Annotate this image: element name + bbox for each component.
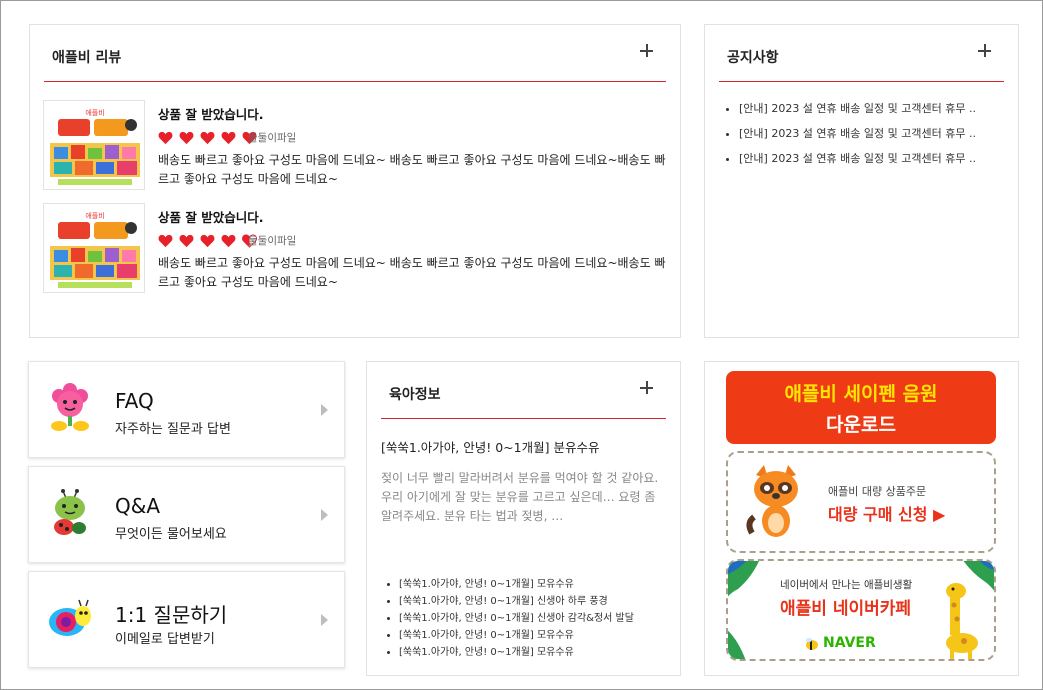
parenting-panel-header: 육아정보: [381, 362, 666, 419]
review-title[interactable]: 상품 잘 받았습니다.: [158, 104, 263, 123]
notice-item[interactable]: [안내] 2023 설 연휴 배송 일정 및 고객센터 휴무 ..: [739, 127, 989, 152]
inquiry-card[interactable]: 1:1 질문하기 이메일로 답변받기: [28, 571, 345, 668]
qna-card-subtitle: 무엇이든 물어보세요: [115, 527, 227, 542]
parenting-link[interactable]: [쑥쑥1.아가야, 안녕! 0~1개월] 모유수유: [399, 630, 669, 647]
giraffe-character-icon: [946, 583, 978, 659]
review-panel-title: 애플비 리뷰: [52, 50, 122, 66]
heart-full-icon: [221, 234, 236, 247]
qna-card-title: Q&A: [115, 494, 161, 518]
heart-full-icon: [200, 234, 215, 247]
review-item[interactable]: 애플비 상품 잘 받았습니다. 둘둘이파일 배송도 빠르고 좋아요 구성도 마음…: [43, 100, 666, 192]
notice-item[interactable]: [안내] 2023 설 연휴 배송 일정 및 고객센터 휴무 ..: [739, 102, 989, 127]
review-text[interactable]: 배송도 빠르고 좋아요 구성도 마음에 드네요~ 배송도 빠르고 좋아요 구성도…: [158, 151, 668, 189]
review-title[interactable]: 상품 잘 받았습니다.: [158, 207, 263, 226]
review-item[interactable]: 애플비 상품 잘 받았습니다. 둘둘이파일 배송도 빠르고 좋아요 구성도 마음…: [43, 203, 666, 295]
chevron-right-icon: [321, 509, 328, 521]
parenting-more-plus-icon[interactable]: [640, 381, 654, 395]
notice-list: [안내] 2023 설 연휴 배송 일정 및 고객센터 휴무 .. [안내] 2…: [739, 102, 989, 177]
notice-item[interactable]: [안내] 2023 설 연휴 배송 일정 및 고객센터 휴무 ..: [739, 152, 989, 177]
inquiry-card-title: 1:1 질문하기: [115, 603, 228, 627]
flower-character-icon: [51, 383, 89, 431]
notice-more-plus-icon[interactable]: [978, 44, 992, 58]
review-panel: 애플비 리뷰 애플비 상품 잘 받았습니다. 둘둘이파일 배송도 빠르고 좋아요…: [29, 24, 681, 338]
parenting-link[interactable]: [쑥쑥1.아가야, 안녕! 0~1개월] 신생아 감각&정서 발달: [399, 613, 669, 630]
review-thumbnail[interactable]: 애플비: [43, 203, 145, 293]
sound-download-banner[interactable]: 애플비 세이펜 음원 다운로드: [726, 371, 996, 444]
parenting-panel-title: 육아정보: [389, 387, 441, 403]
naver-cafe-subtitle: 네이버에서 만나는 애플비생활: [780, 579, 913, 591]
review-thumbnail[interactable]: 애플비: [43, 100, 145, 190]
faq-card-title: FAQ: [115, 389, 154, 413]
parenting-link[interactable]: [쑥쑥1.아가야, 안녕! 0~1개월] 모유수유: [399, 647, 669, 664]
bulk-order-subtitle: 애플비 대량 상품주문: [828, 485, 927, 498]
ladybug-character-icon: [54, 489, 86, 535]
review-rating: [158, 230, 258, 248]
snail-character-icon: [49, 599, 91, 636]
bulk-order-banner[interactable]: 애플비 대량 상품주문 대량 구매 신청 ▶: [726, 451, 996, 553]
review-author: 둘둘이파일: [248, 235, 297, 247]
notice-panel: 공지사항 [안내] 2023 설 연휴 배송 일정 및 고객센터 휴무 .. […: [704, 24, 1019, 338]
faq-card[interactable]: FAQ 자주하는 질문과 답변: [28, 361, 345, 458]
thumb-brand-text: 애플비: [85, 108, 104, 117]
review-rating: [158, 127, 258, 144]
sound-download-line2: 다운로드: [826, 414, 896, 436]
toybook-product-image: 애플비: [44, 204, 144, 292]
parenting-link-list: [쑥쑥1.아가야, 안녕! 0~1개월] 모유수유 [쑥쑥1.아가야, 안녕! …: [399, 579, 669, 664]
review-author: 둘둘이파일: [248, 132, 297, 144]
naver-cafe-banner[interactable]: 네이버에서 만나는 애플비생활 애플비 네이버카페 NAVER: [726, 559, 996, 661]
chevron-right-icon: [321, 614, 328, 626]
thumb-brand-text: 애플비: [85, 211, 104, 220]
chevron-right-icon: [321, 404, 328, 416]
bee-icon: [806, 638, 818, 650]
naver-logo-text: NAVER: [823, 635, 876, 651]
heart-full-icon: [179, 234, 194, 247]
notice-panel-header: 공지사항: [719, 25, 1004, 82]
parenting-panel: 육아정보 [쑥쑥1.아가야, 안녕! 0~1개월] 분유수유 젖이 너무 빨리 …: [366, 361, 681, 676]
heart-full-icon: [200, 131, 215, 144]
parenting-link[interactable]: [쑥쑥1.아가야, 안녕! 0~1개월] 신생아 하루 풍경: [399, 596, 669, 613]
heart-full-icon: [221, 131, 236, 144]
sound-download-line1: 애플비 세이펜 음원: [784, 383, 938, 405]
heart-full-icon: [179, 131, 194, 144]
qna-card[interactable]: Q&A 무엇이든 물어보세요: [28, 466, 345, 563]
faq-card-subtitle: 자주하는 질문과 답변: [115, 422, 231, 437]
inquiry-card-subtitle: 이메일로 답변받기: [115, 632, 215, 647]
featured-article-title[interactable]: [쑥쑥1.아가야, 안녕! 0~1개월] 분유수유: [381, 437, 599, 456]
heart-full-icon: [158, 234, 173, 247]
featured-article-body[interactable]: 젖이 너무 빨리 말라버려서 분유를 먹여야 할 것 같아요. 우리 아기에게 …: [381, 469, 666, 526]
parenting-link[interactable]: [쑥쑥1.아가야, 안녕! 0~1개월] 모유수유: [399, 579, 669, 596]
bulk-order-title: 대량 구매 신청 ▶: [828, 505, 946, 524]
naver-cafe-title: 애플비 네이버카페: [780, 599, 912, 619]
review-text[interactable]: 배송도 빠르고 좋아요 구성도 마음에 드네요~ 배송도 빠르고 좋아요 구성도…: [158, 254, 668, 292]
review-more-plus-icon[interactable]: [640, 44, 654, 58]
notice-panel-title: 공지사항: [727, 50, 779, 66]
heart-full-icon: [158, 131, 173, 144]
raccoon-character-icon: [746, 465, 798, 537]
toybook-product-image: 애플비: [44, 101, 144, 189]
review-panel-header: 애플비 리뷰: [44, 25, 666, 82]
banner-panel: 애플비 세이펜 음원 다운로드 애플비 대량 상품주문 대량 구매 신청 ▶ 네…: [704, 361, 1019, 676]
